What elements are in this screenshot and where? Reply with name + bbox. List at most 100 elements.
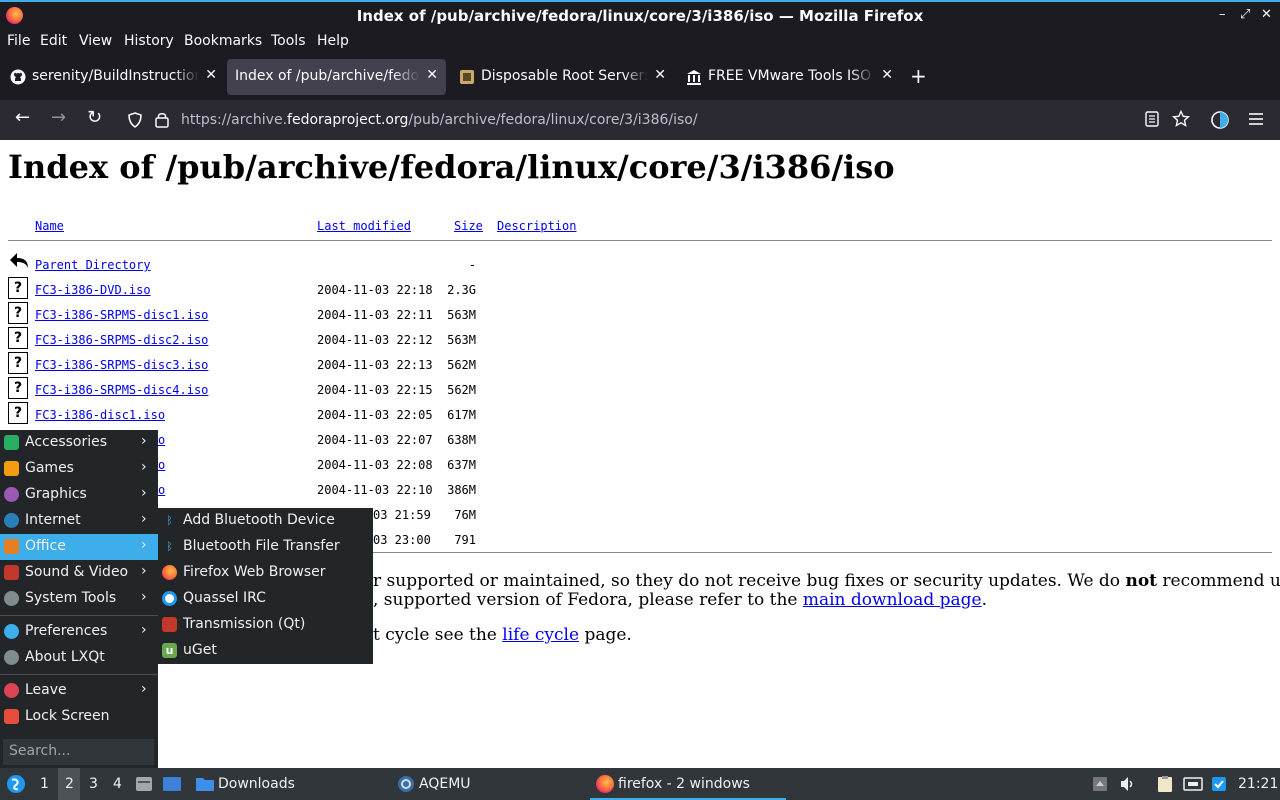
column-size-link[interactable]: Size xyxy=(454,219,483,233)
close-window-button[interactable]: ✕ xyxy=(1261,7,1272,22)
desktop-1-button[interactable]: 1 xyxy=(33,768,55,800)
minimize-button[interactable]: – xyxy=(1219,7,1226,22)
maximize-button[interactable]: ⤢ xyxy=(1240,7,1250,22)
modified-cell: 03 23:00 xyxy=(373,533,431,547)
start-menu-icon[interactable] xyxy=(6,774,26,794)
url-text[interactable]: https://archive.fedoraproject.org/pub/ar… xyxy=(181,112,698,128)
table-row: ? FC3-i386-DVD.iso 2004-11-03 22:18 2.3G xyxy=(0,277,600,308)
show-desktop-icon[interactable] xyxy=(162,776,182,792)
file-manager-icon[interactable] xyxy=(135,776,153,792)
menu-leave[interactable]: Leave › xyxy=(0,678,158,704)
volume-icon[interactable] xyxy=(1119,776,1137,792)
tab-disposable-root[interactable]: Disposable Root Servers ✕ xyxy=(449,59,674,95)
forward-button[interactable]: → xyxy=(51,108,66,128)
file-link[interactable]: FC3-i386-DVD.iso xyxy=(35,283,151,297)
menu-tools[interactable]: Tools xyxy=(271,33,306,49)
chevron-right-icon: › xyxy=(141,537,147,553)
transmission-icon xyxy=(162,617,177,632)
size-cell: 562M xyxy=(447,358,476,372)
life-cycle-link[interactable]: life cycle xyxy=(502,625,579,645)
network-icon[interactable] xyxy=(1183,776,1203,792)
size-cell: 563M xyxy=(447,333,476,347)
chevron-right-icon: › xyxy=(141,511,147,527)
bookmark-star-icon[interactable] xyxy=(1172,110,1190,128)
menu-internet[interactable]: Internet › xyxy=(0,508,158,534)
menu-graphics[interactable]: Graphics › xyxy=(0,482,158,508)
tab-close-icon[interactable]: ✕ xyxy=(654,67,666,83)
menu-bookmarks[interactable]: Bookmarks xyxy=(184,33,262,49)
modified-cell: 2004-11-03 22:05 xyxy=(317,408,433,422)
reader-view-icon[interactable] xyxy=(1145,111,1159,127)
update-notifier-icon[interactable] xyxy=(1211,776,1227,792)
lifecycle-paragraph: t cycle see the life cycle page. xyxy=(373,625,632,645)
menu-search-input[interactable]: Search... xyxy=(3,739,154,765)
reload-button[interactable]: ↻ xyxy=(87,108,102,128)
column-modified-link[interactable]: Last modified xyxy=(317,219,411,233)
uget-icon: u xyxy=(162,643,177,658)
lock-icon[interactable] xyxy=(155,111,169,128)
submenu-transmission[interactable]: Transmission (Qt) xyxy=(158,612,373,638)
tab-vmware-tools[interactable]: FREE VMware Tools ISO ✕ xyxy=(676,59,901,95)
desktop-4-button[interactable]: 4 xyxy=(106,768,128,800)
menu-office[interactable]: Office › xyxy=(0,534,158,560)
menu-history[interactable]: History xyxy=(124,33,174,49)
parent-directory-link[interactable]: Parent Directory xyxy=(35,258,151,272)
firefox-account-icon[interactable] xyxy=(1210,110,1230,130)
column-description-link[interactable]: Description xyxy=(497,219,576,233)
submenu-bluetooth-transfer[interactable]: ᛒ Bluetooth File Transfer xyxy=(158,534,373,560)
file-link[interactable]: o xyxy=(158,483,165,497)
tab-index-fedora[interactable]: Index of /pub/archive/fedora ✕ xyxy=(227,59,446,95)
page-title: Index of /pub/archive/fedora/linux/core/… xyxy=(8,148,895,186)
menu-about-lxqt[interactable]: About LXQt xyxy=(0,645,158,671)
main-download-link[interactable]: main download page xyxy=(803,590,982,610)
taskbar-downloads[interactable]: Downloads xyxy=(193,768,383,800)
tab-close-icon[interactable]: ✕ xyxy=(205,67,217,83)
menu-edit[interactable]: Edit xyxy=(40,33,67,49)
chevron-right-icon: › xyxy=(141,433,147,449)
size-cell: 563M xyxy=(447,308,476,322)
taskbar-firefox[interactable]: firefox - 2 windows xyxy=(590,768,786,800)
desktop-3-button[interactable]: 3 xyxy=(82,768,104,800)
menu-games[interactable]: Games › xyxy=(0,456,158,482)
menu-lock-screen[interactable]: Lock Screen xyxy=(0,704,158,730)
desktop-2-button[interactable]: 2 xyxy=(58,768,80,800)
tab-serenity[interactable]: serenity/BuildInstructions ✕ xyxy=(0,59,225,95)
submenu-add-bluetooth[interactable]: ᛒ Add Bluetooth Device xyxy=(158,508,373,534)
tray-arrow-icon[interactable] xyxy=(1092,776,1108,792)
url-bar[interactable]: https://archive.fedoraproject.org/pub/ar… xyxy=(120,104,1135,136)
file-link[interactable]: FC3-i386-SRPMS-disc4.iso xyxy=(35,383,208,397)
table-row: ? FC3-i386-SRPMS-disc2.iso 2004-11-03 22… xyxy=(0,327,600,358)
menu-help[interactable]: Help xyxy=(317,33,349,49)
file-link[interactable]: FC3-i386-SRPMS-disc3.iso xyxy=(35,358,208,372)
file-link[interactable]: o xyxy=(158,433,165,447)
submenu-firefox[interactable]: Firefox Web Browser xyxy=(158,560,373,586)
modified-cell: 2004-11-03 22:10 xyxy=(317,483,433,497)
menu-file[interactable]: File xyxy=(7,33,30,49)
menu-preferences[interactable]: Preferences › xyxy=(0,619,158,645)
file-link[interactable]: FC3-i386-disc1.iso xyxy=(35,408,165,422)
menu-sound-video[interactable]: Sound & Video › xyxy=(0,560,158,586)
tab-close-icon[interactable]: ✕ xyxy=(426,67,438,83)
notice-paragraph-2: , supported version of Fedora, please re… xyxy=(373,590,987,610)
submenu-quassel[interactable]: Quassel IRC xyxy=(158,586,373,612)
window-title: Index of /pub/archive/fedora/linux/core/… xyxy=(356,7,924,25)
file-link[interactable]: FC3-i386-SRPMS-disc2.iso xyxy=(35,333,208,347)
tab-close-icon[interactable]: ✕ xyxy=(881,67,893,83)
submenu-uget[interactable]: u uGet xyxy=(158,638,373,664)
menu-system-tools[interactable]: System Tools › xyxy=(0,586,158,612)
internet-icon xyxy=(4,513,19,528)
hamburger-menu-icon[interactable] xyxy=(1248,112,1264,126)
file-link[interactable]: FC3-i386-SRPMS-disc1.iso xyxy=(35,308,208,322)
menu-accessories[interactable]: Accessories › xyxy=(0,430,158,456)
back-button[interactable]: ← xyxy=(15,108,30,128)
menu-view[interactable]: View xyxy=(79,33,112,49)
taskbar-aqemu[interactable]: AQEMU xyxy=(395,768,585,800)
column-name-link[interactable]: Name xyxy=(35,219,64,233)
shield-icon[interactable] xyxy=(127,112,143,128)
unknown-file-icon: ? xyxy=(8,277,28,299)
file-link[interactable]: o xyxy=(158,458,165,472)
clock[interactable]: 21:21 xyxy=(1236,768,1278,800)
new-tab-button[interactable]: + xyxy=(910,64,927,88)
chevron-right-icon: › xyxy=(141,622,147,638)
clipboard-icon[interactable] xyxy=(1156,775,1174,793)
